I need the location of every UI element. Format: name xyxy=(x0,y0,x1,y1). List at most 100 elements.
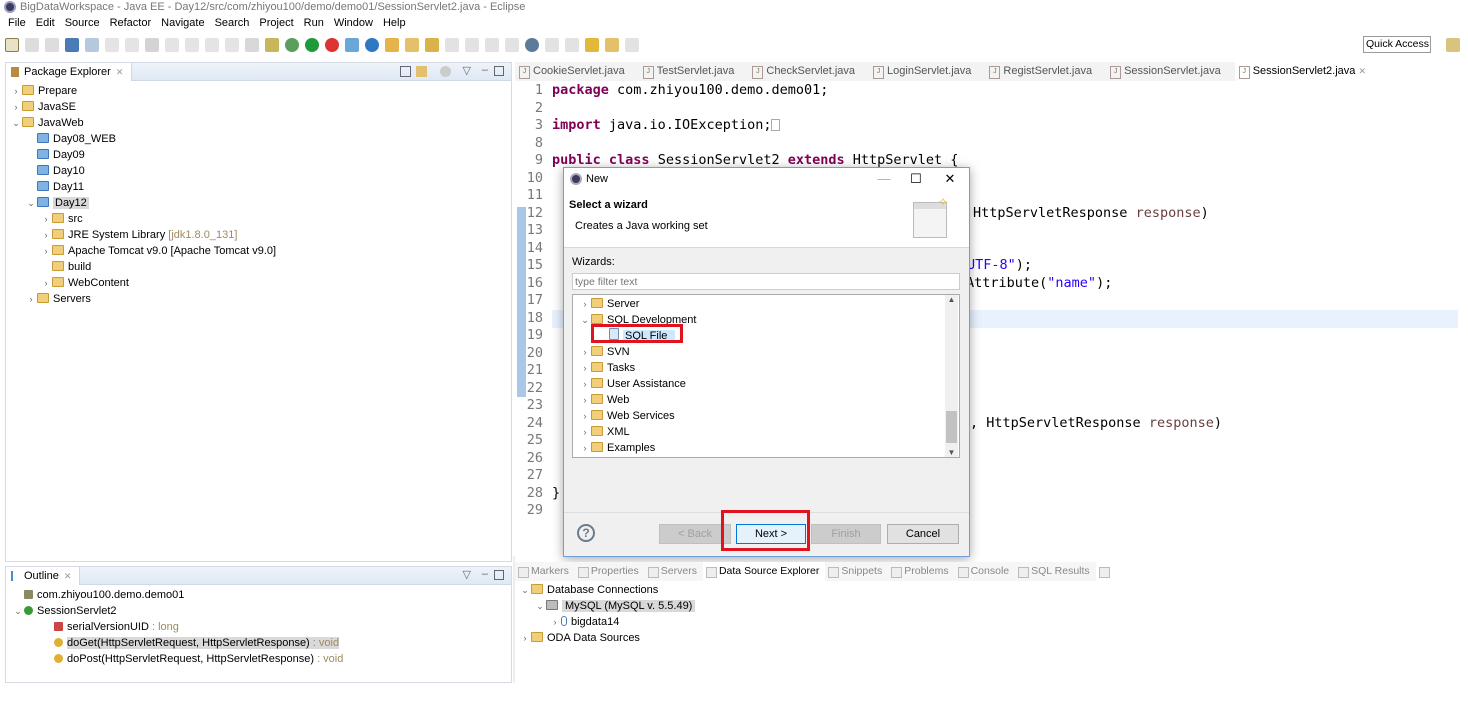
filters-icon[interactable] xyxy=(440,66,451,77)
bottom-tab[interactable]: Problems xyxy=(888,562,954,581)
step-return-icon[interactable] xyxy=(225,38,239,52)
pin-icon[interactable] xyxy=(445,38,459,52)
run-icon[interactable] xyxy=(305,38,319,52)
tree-item[interactable]: › Prepare xyxy=(10,83,511,99)
quick-access-input[interactable]: Quick Access xyxy=(1363,36,1431,53)
forward-icon[interactable] xyxy=(625,38,639,52)
wizard-tree-item[interactable]: › User Assistance xyxy=(579,376,959,392)
new-java-class-icon[interactable] xyxy=(365,38,379,52)
bottom-tab[interactable]: Properties xyxy=(575,562,645,581)
tab-outline[interactable]: Outline ✕ xyxy=(6,567,81,585)
close-icon[interactable]: ✕ xyxy=(64,571,72,581)
data-source-item[interactable]: ⌄ MySQL (MySQL v. 5.5.49) xyxy=(519,598,1449,614)
use-step-filters-icon[interactable] xyxy=(265,38,279,52)
suspend-icon[interactable] xyxy=(125,38,139,52)
minimize-icon[interactable]: – xyxy=(482,64,488,76)
tree-item[interactable]: ⌄ JavaWeb xyxy=(10,115,511,131)
previous-annotation-icon[interactable] xyxy=(565,38,579,52)
terminate-icon[interactable] xyxy=(145,38,159,52)
menu-refactor[interactable]: Refactor xyxy=(110,15,152,31)
search-icon[interactable] xyxy=(425,38,439,52)
step-over-icon[interactable] xyxy=(205,38,219,52)
outline-item[interactable]: ⌄ SessionServlet2 xyxy=(12,603,511,619)
step-into-icon[interactable] xyxy=(185,38,199,52)
tree-item[interactable]: › WebContent xyxy=(10,275,511,291)
wizard-tree-item[interactable]: › XML xyxy=(579,424,959,440)
disconnect-icon[interactable] xyxy=(165,38,179,52)
tree-item[interactable]: build xyxy=(10,259,511,275)
tree-item[interactable]: › Servers xyxy=(10,291,511,307)
editor-tab[interactable]: CookieServlet.java xyxy=(515,62,639,81)
toggle-mark-occurrences-icon[interactable] xyxy=(485,38,499,52)
chevron-icon[interactable]: ⌄ xyxy=(12,603,24,619)
menu-help[interactable]: Help xyxy=(383,15,406,31)
back-icon[interactable] xyxy=(605,38,619,52)
chevron-icon[interactable]: › xyxy=(579,344,591,360)
editor-tab[interactable]: SessionServlet.java xyxy=(1106,62,1235,81)
scrollbar[interactable]: ▲ ▼ xyxy=(945,295,958,457)
tree-item[interactable]: › JRE System Library [jdk1.8.0_131] xyxy=(10,227,511,243)
chevron-icon[interactable]: › xyxy=(579,296,591,312)
menu-run[interactable]: Run xyxy=(304,15,324,31)
debug-icon[interactable] xyxy=(285,38,299,52)
close-icon[interactable]: ✕ xyxy=(116,67,124,77)
chevron-icon[interactable]: › xyxy=(10,83,22,99)
tree-item[interactable]: Day10 xyxy=(10,163,511,179)
open-folder-icon[interactable] xyxy=(405,38,419,52)
tree-item[interactable]: › JavaSE xyxy=(10,99,511,115)
view-menu-icon[interactable]: ▽ xyxy=(463,64,471,77)
wizard-tree-item[interactable]: › Web xyxy=(579,392,959,408)
new-server-icon[interactable] xyxy=(345,38,359,52)
collapse-all-icon[interactable] xyxy=(400,66,411,77)
chevron-icon[interactable]: › xyxy=(579,360,591,376)
maximize-icon[interactable] xyxy=(494,570,504,580)
chevron-icon[interactable]: › xyxy=(579,440,591,456)
chevron-icon[interactable]: › xyxy=(579,408,591,424)
chevron-icon[interactable]: › xyxy=(10,99,22,115)
outline-item[interactable]: doGet(HttpServletRequest, HttpServletRes… xyxy=(12,635,511,651)
wizard-tree-item[interactable]: › Tasks xyxy=(579,360,959,376)
tree-item[interactable]: › src xyxy=(10,211,511,227)
editor-tab[interactable]: CheckServlet.java xyxy=(748,62,869,81)
folded-code-icon[interactable] xyxy=(771,119,781,131)
save-icon[interactable] xyxy=(25,38,39,52)
skip-breakpoints-icon[interactable] xyxy=(85,38,99,52)
drop-to-frame-icon[interactable] xyxy=(245,38,259,52)
close-button[interactable]: ✕ xyxy=(935,168,965,190)
chevron-icon[interactable]: › xyxy=(40,275,52,291)
outline-item[interactable]: com.zhiyou100.demo.demo01 xyxy=(12,587,511,603)
tree-item[interactable]: Day09 xyxy=(10,147,511,163)
bottom-tab[interactable]: Console xyxy=(955,562,1016,581)
minimize-button[interactable]: — xyxy=(869,168,899,190)
annotation-icon[interactable] xyxy=(465,38,479,52)
editor-tab[interactable]: LoginServlet.java xyxy=(869,62,985,81)
chevron-icon[interactable]: › xyxy=(579,392,591,408)
wizard-filter-input[interactable] xyxy=(572,273,960,290)
wizard-tree-item[interactable]: › SVN xyxy=(579,344,959,360)
editor-tab[interactable]: RegistServlet.java xyxy=(985,62,1106,81)
globe-icon[interactable] xyxy=(525,38,539,52)
next-annotation-icon[interactable] xyxy=(545,38,559,52)
menu-edit[interactable]: Edit xyxy=(36,15,55,31)
new-icon[interactable] xyxy=(5,38,19,52)
chevron-icon[interactable]: ⌄ xyxy=(25,195,37,211)
chevron-icon[interactable]: ⌄ xyxy=(534,598,546,614)
menu-file[interactable]: File xyxy=(8,15,26,31)
editor-tab[interactable]: SessionServlet2.java ✕ xyxy=(1234,62,1381,81)
tree-item[interactable]: › Apache Tomcat v9.0 [Apache Tomcat v9.0] xyxy=(10,243,511,259)
scrollbar-thumb[interactable] xyxy=(946,411,957,443)
minimize-icon[interactable]: – xyxy=(482,568,488,580)
chevron-icon[interactable]: › xyxy=(579,376,591,392)
bottom-tab[interactable]: Markers xyxy=(515,562,575,581)
menu-navigate[interactable]: Navigate xyxy=(161,15,204,31)
view-menu-icon[interactable]: ▽ xyxy=(463,568,471,581)
chevron-icon[interactable]: › xyxy=(519,630,531,646)
menu-window[interactable]: Window xyxy=(334,15,373,31)
bottom-tab[interactable]: Snippets xyxy=(825,562,888,581)
outline-item[interactable]: serialVersionUID : long xyxy=(12,619,511,635)
bottom-tab[interactable]: Data Source Explorer xyxy=(702,562,826,581)
maximize-button[interactable]: ☐ xyxy=(901,168,931,190)
wizard-tree-item[interactable]: › Web Services xyxy=(579,408,959,424)
bottom-tab[interactable]: SQL Results xyxy=(1015,562,1096,581)
wizard-tree-item[interactable]: › Server xyxy=(579,296,959,312)
